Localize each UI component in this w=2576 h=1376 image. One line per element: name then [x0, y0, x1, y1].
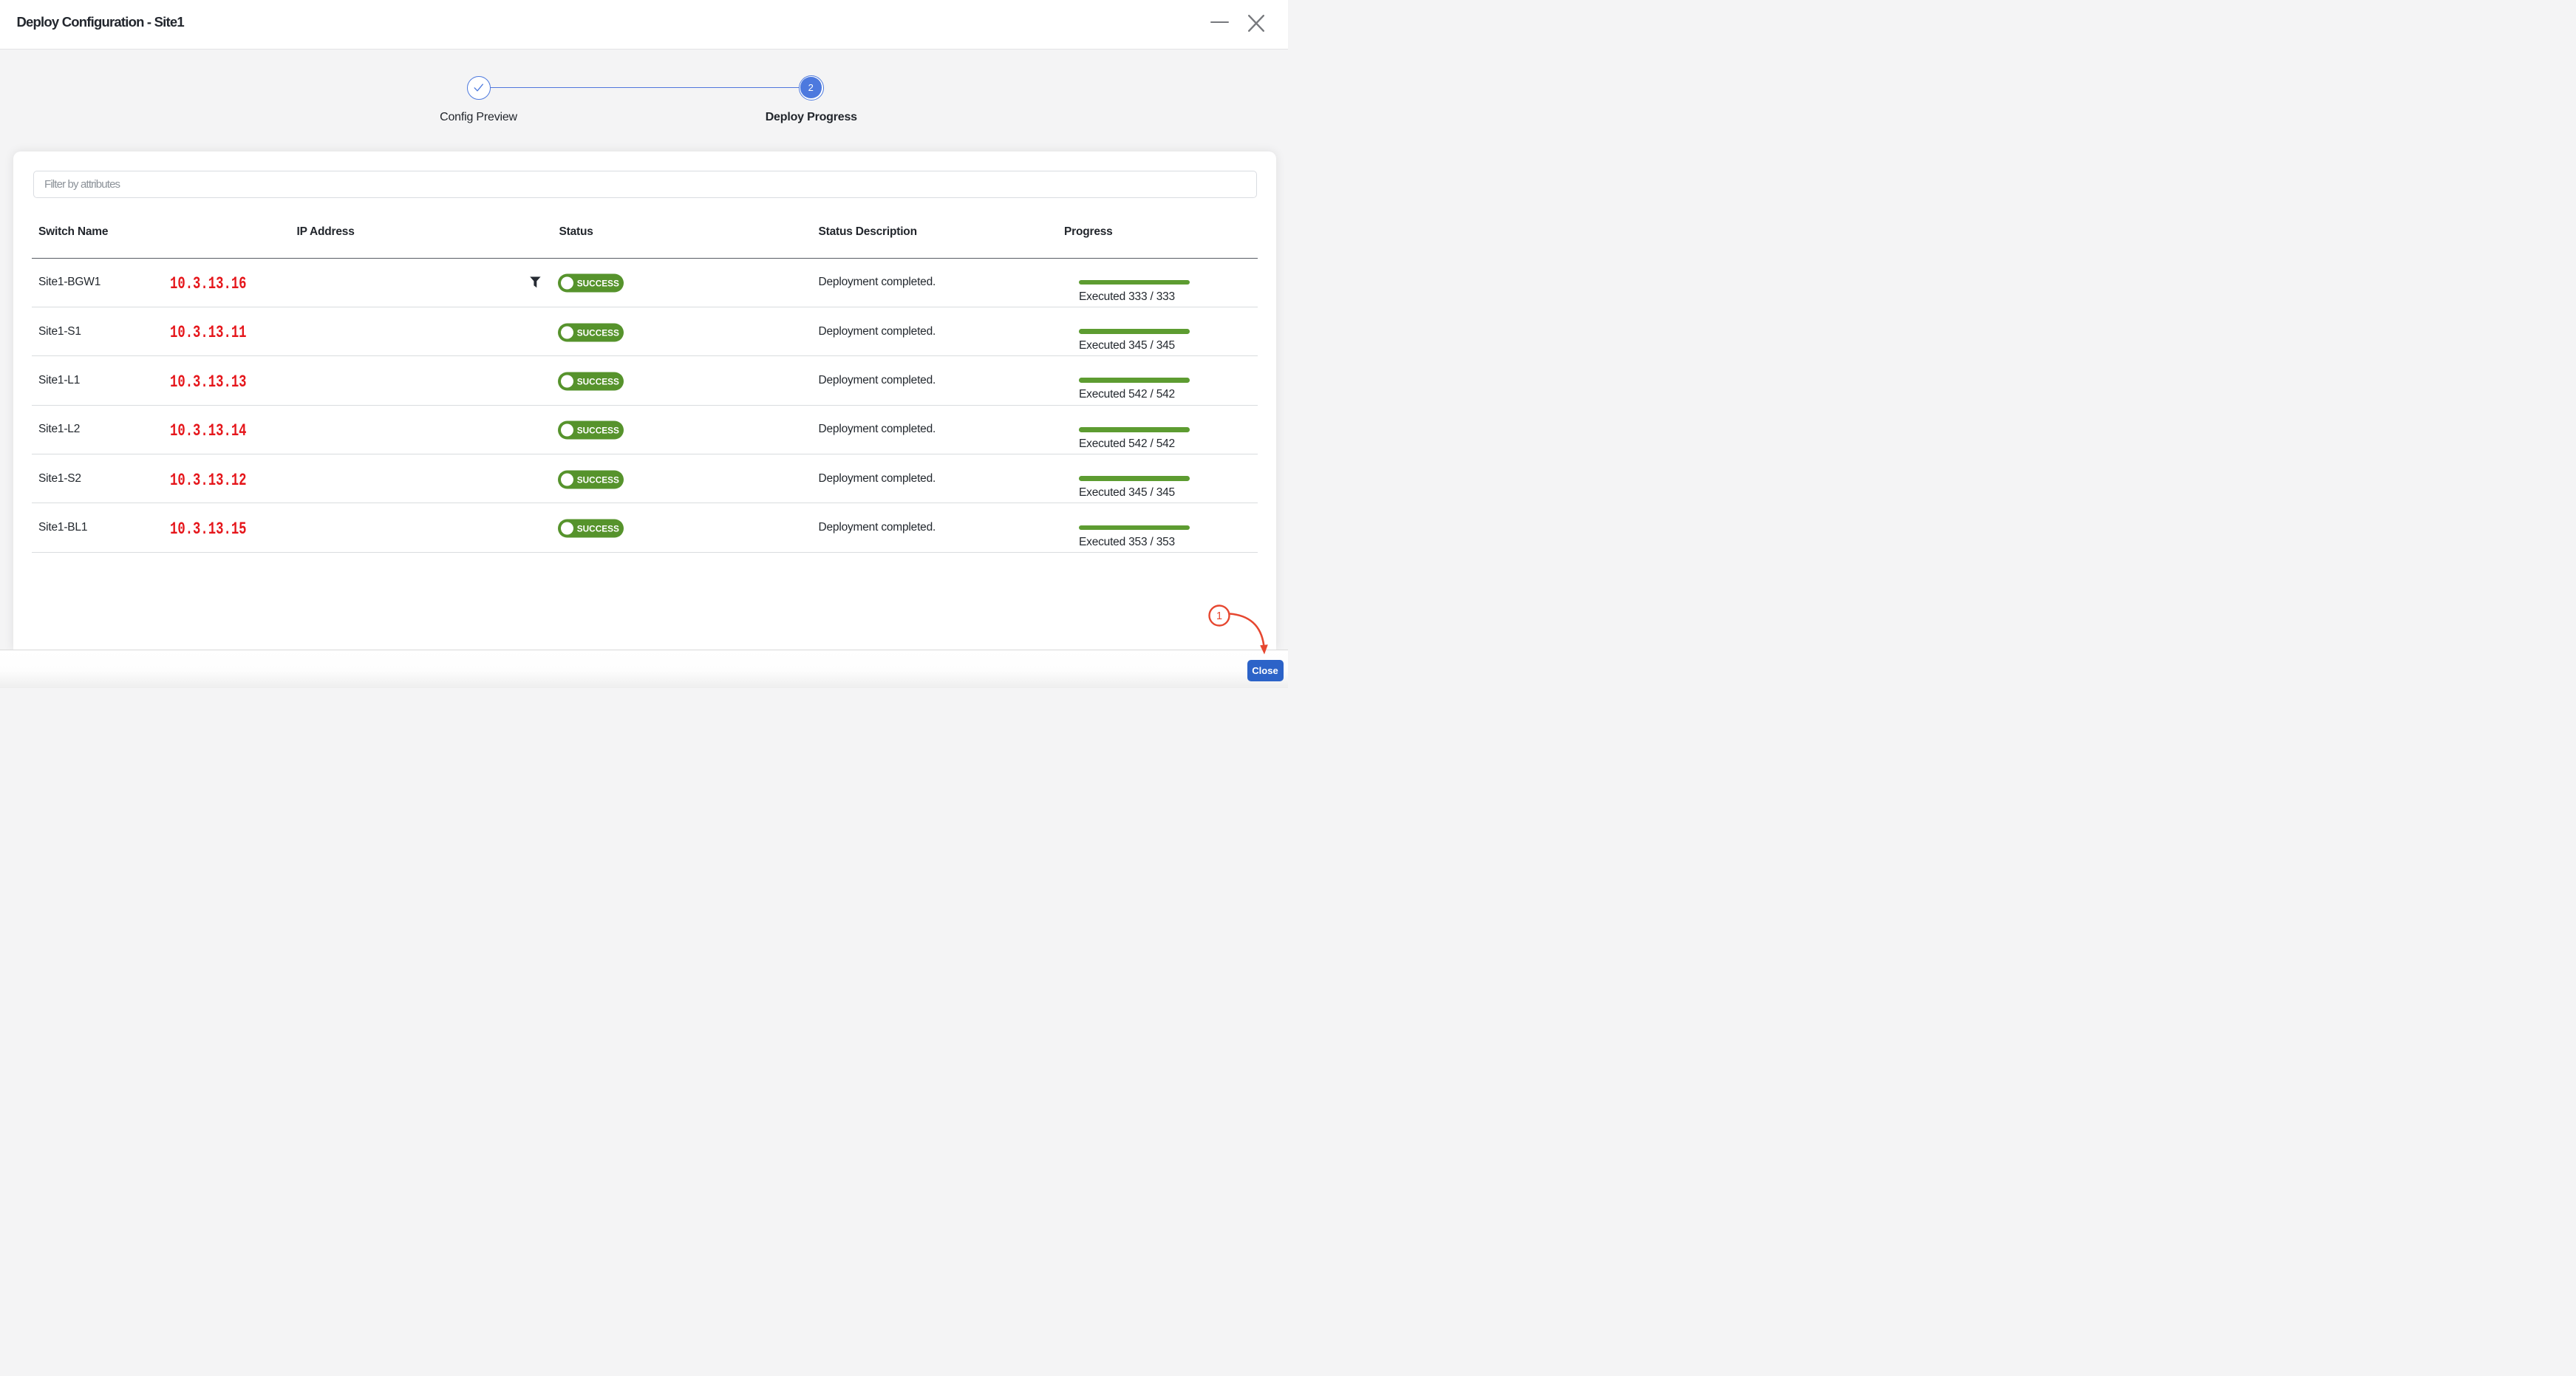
svg-text:1: 1: [1216, 610, 1222, 622]
